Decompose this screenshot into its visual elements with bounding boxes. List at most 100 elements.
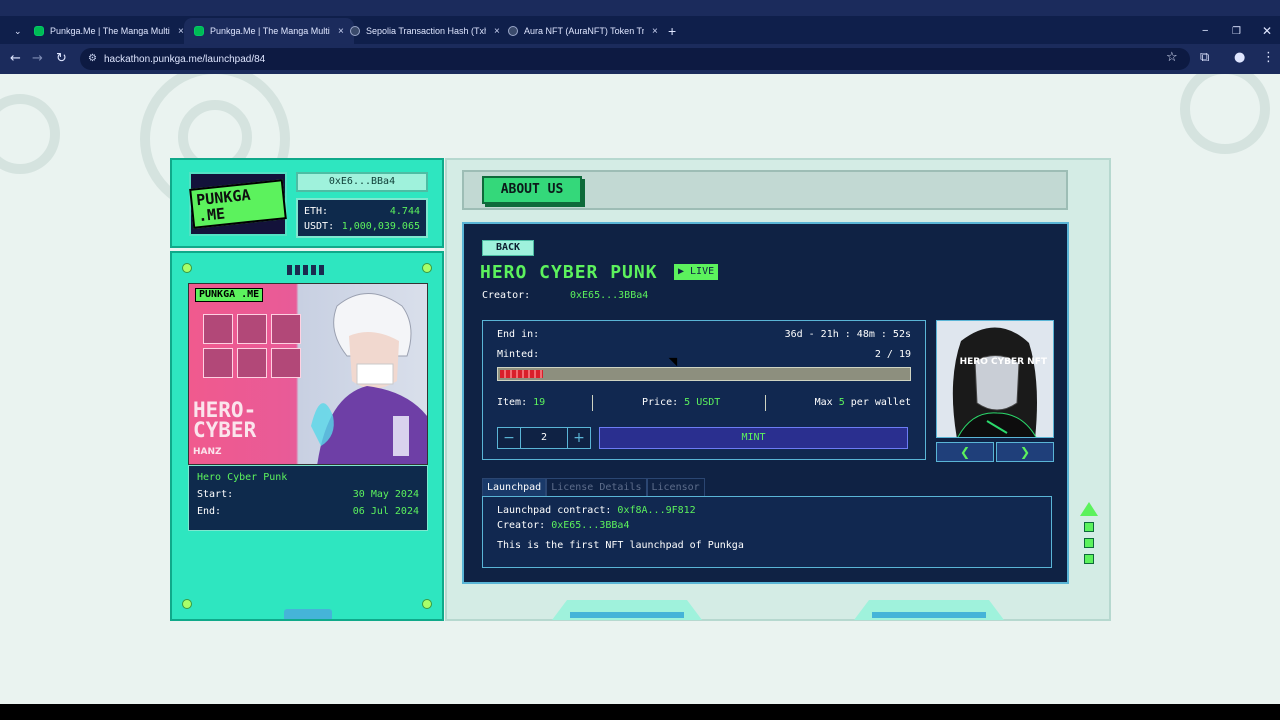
details-creator-link[interactable]: 0xE65...3BBa4: [551, 520, 629, 531]
logo-text: PUNKGA .ME: [189, 179, 287, 229]
account-card: PUNKGA .ME 0xE6...BBa4 ETH: 4.744 USDT: 1,…: [170, 158, 444, 248]
tab-title: Aura NFT (AuraNFT) Token Trac: [524, 26, 644, 36]
wallet-address-chip[interactable]: 0xE6...BBa4: [296, 172, 428, 192]
cover-author: HANZ: [193, 447, 222, 457]
price-label: Price:: [642, 397, 679, 408]
tab-1[interactable]: Punkga.Me | The Manga Multiv ×: [24, 18, 194, 44]
tab-license-details[interactable]: License Details: [546, 478, 647, 496]
mint-info-row: Item: 19 Price: 5 USDT Max 5 per wallet: [497, 395, 911, 411]
tab-4[interactable]: Aura NFT (AuraNFT) Token Trac ×: [498, 18, 668, 44]
left-panel: PUNKGA .ME 0xE6...BBa4 ETH: 4.744 USDT: 1,…: [170, 158, 444, 621]
new-tab-button[interactable]: +: [658, 18, 686, 44]
minimize-icon[interactable]: −: [1192, 18, 1218, 44]
launchpad-description: This is the first NFT launchpad of Punkg…: [497, 540, 744, 551]
bottom-tab-2[interactable]: [854, 600, 1004, 620]
nft-preview-image: HERO CYBER NFT: [936, 320, 1054, 438]
scroll-step-icon[interactable]: [1084, 538, 1094, 548]
live-badge: ▶ LIVE: [674, 264, 719, 280]
tab-2[interactable]: Punkga.Me | The Manga Multiv ×: [184, 18, 354, 44]
reload-icon[interactable]: ↻: [56, 51, 67, 66]
decrement-button[interactable]: −: [498, 428, 520, 448]
item-count: 19: [533, 397, 546, 408]
launchpad-title: HERO CYBER PUNK: [480, 262, 658, 283]
end-label: End:: [197, 506, 222, 517]
punkga-logo[interactable]: PUNKGA .ME: [189, 172, 287, 236]
cover-hero-illustration: [311, 293, 427, 464]
tab-title: Punkga.Me | The Manga Multiv: [210, 26, 330, 36]
letterbox-bar: [0, 704, 1280, 720]
details-creator-label: Creator:: [497, 520, 546, 531]
prev-arrow-icon[interactable]: ❮: [936, 442, 994, 462]
side-scroll-control: [1080, 502, 1098, 582]
rivet-icon: [182, 599, 192, 609]
restore-icon[interactable]: ❐: [1222, 18, 1251, 44]
wallet-balances: ETH: 4.744 USDT: 1,000,039.065: [296, 198, 428, 238]
minted-label: Minted:: [497, 349, 540, 360]
tab-launchpad[interactable]: Launchpad: [482, 478, 547, 496]
item-label: Item:: [497, 397, 528, 408]
browser-chrome: ⌄ Punkga.Me | The Manga Multiv × Punkga.…: [0, 0, 1280, 74]
bookmark-star-icon[interactable]: ☆: [1166, 50, 1178, 65]
extensions-icon[interactable]: ⧉: [1200, 50, 1209, 65]
profile-avatar-icon[interactable]: ●: [1234, 50, 1245, 65]
close-icon[interactable]: ×: [178, 26, 184, 37]
eth-label: ETH:: [304, 206, 329, 217]
gear-decoration-icon: [0, 94, 60, 174]
mint-progress-bar: [497, 367, 911, 381]
scroll-step-icon[interactable]: [1084, 554, 1094, 564]
punkga-favicon-icon: [34, 26, 44, 36]
quantity-input[interactable]: 2: [520, 428, 568, 448]
collection-info: Hero Cyber Punk Start: 30 May 2024 End: 06…: [188, 465, 428, 531]
quantity-stepper: − 2 +: [497, 427, 591, 449]
menu-kebab-icon[interactable]: ⋮: [1262, 50, 1275, 65]
etherscan-favicon-icon: [350, 26, 360, 36]
launchpad-tab-content: Launchpad contract: 0xf8A...9F812 Creato…: [482, 496, 1052, 568]
start-label: Start:: [197, 489, 234, 500]
cover-character-grid: [203, 314, 301, 378]
nft-carousel-nav: ❮ ❯: [936, 442, 1054, 462]
punkga-favicon-icon: [194, 26, 204, 36]
creator-line: Creator: 0xE65...3BBa4: [482, 290, 648, 301]
tab-3[interactable]: Sepolia Transaction Hash (Txhas ×: [340, 18, 510, 44]
start-date: 30 May 2024: [352, 489, 419, 500]
scroll-step-icon[interactable]: [1084, 522, 1094, 532]
window-close-icon[interactable]: ✕: [1252, 18, 1280, 44]
countdown-timer: 36d - 21h : 48m : 52s: [784, 329, 911, 340]
tab-licensor[interactable]: Licensor: [646, 478, 705, 496]
rivet-icon: [182, 263, 192, 273]
tab-title: Sepolia Transaction Hash (Txhas: [366, 26, 486, 36]
scroll-up-icon[interactable]: [1080, 502, 1098, 516]
creator-address-link[interactable]: 0xE65...3BBa4: [570, 290, 648, 301]
back-arrow-icon[interactable]: ←: [10, 51, 21, 66]
next-arrow-icon[interactable]: ❯: [996, 442, 1054, 462]
collection-name: Hero Cyber Punk: [197, 472, 288, 483]
url-input[interactable]: ⚙ hackathon.punkga.me/launchpad/84: [80, 48, 1190, 70]
max-label: Max: [814, 397, 833, 408]
max-value: 5: [838, 397, 845, 408]
mint-box: End in: 36d - 21h : 48m : 52s Minted: 2 …: [482, 320, 926, 460]
increment-button[interactable]: +: [568, 428, 590, 448]
minted-count: 2 / 19: [874, 349, 911, 360]
nft-character-illustration: [937, 321, 1053, 437]
max-suffix: per wallet: [850, 397, 911, 408]
contract-label: Launchpad contract:: [497, 505, 612, 516]
usdt-value: 1,000,039.065: [341, 221, 420, 232]
launchpad-detail-panel: BACK HERO CYBER PUNK ▶ LIVE Creator: 0xE…: [462, 222, 1069, 584]
end-in-label: End in:: [497, 329, 540, 340]
creator-label: Creator:: [482, 290, 531, 301]
launchpad-page: PUNKGA .ME 0xE6...BBa4 ETH: 4.744 USDT: 1,…: [0, 74, 1280, 704]
card-handle: [284, 609, 332, 619]
detail-tabs: Launchpad License Details Licensor: [482, 478, 705, 496]
contract-address-link[interactable]: 0xf8A...9F812: [617, 505, 695, 516]
address-bar: ← → ↻ ⚙ hackathon.punkga.me/launchpad/84…: [0, 44, 1280, 74]
about-us-button[interactable]: ABOUT US: [482, 176, 582, 204]
bottom-tab-1[interactable]: [552, 600, 702, 620]
mint-button[interactable]: MINT: [599, 427, 908, 449]
close-icon[interactable]: ×: [652, 26, 658, 37]
cover-title-line-2: CYBER: [193, 418, 257, 442]
eth-value: 4.744: [389, 206, 420, 217]
forward-arrow-icon[interactable]: →: [32, 51, 43, 66]
site-info-icon[interactable]: ⚙: [88, 53, 97, 64]
end-date: 06 Jul 2024: [352, 506, 419, 517]
back-button[interactable]: BACK: [482, 240, 534, 256]
